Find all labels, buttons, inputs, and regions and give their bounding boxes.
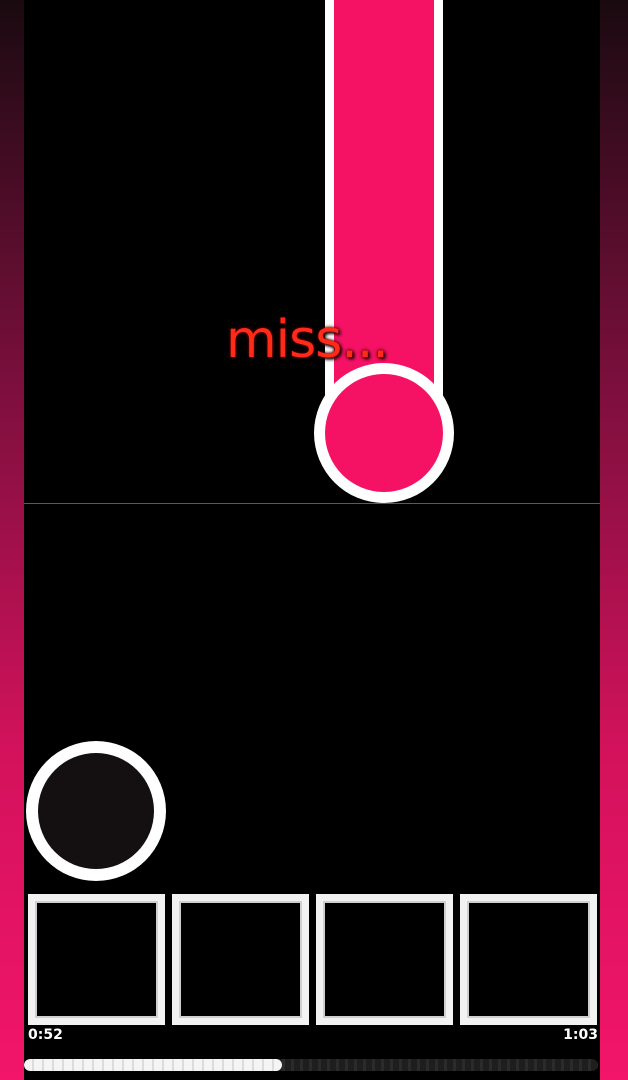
song-progress-bar[interactable] <box>24 1059 598 1071</box>
lane-pad-2[interactable] <box>172 894 309 1025</box>
lane-pad-3[interactable] <box>316 894 453 1025</box>
touch-circle[interactable] <box>26 741 166 881</box>
lane-pad-1[interactable] <box>28 894 165 1025</box>
judgement-text: miss... <box>226 310 389 370</box>
hold-note-head <box>314 363 454 503</box>
left-side-rail <box>0 0 24 1080</box>
right-side-rail <box>600 0 628 1080</box>
touch-circle-center <box>38 753 154 869</box>
elapsed-time: 0:52 <box>28 1027 63 1043</box>
judgement-line <box>24 503 600 504</box>
game-stage: miss... 0:52 1:03 <box>0 0 628 1080</box>
song-progress-fill <box>24 1059 283 1071</box>
total-time: 1:03 <box>563 1027 598 1043</box>
hold-note-head-fill <box>325 374 443 492</box>
lane-pad-4[interactable] <box>460 894 597 1025</box>
